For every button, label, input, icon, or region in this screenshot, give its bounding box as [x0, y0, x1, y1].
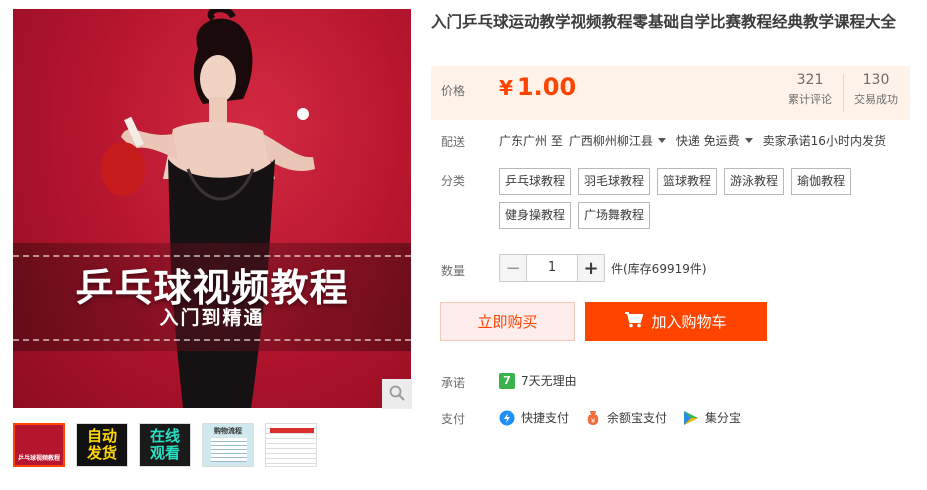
jifenbao-icon — [683, 410, 699, 426]
cart-icon — [625, 311, 644, 332]
quickpay-icon — [499, 410, 515, 426]
quantity-label: 数量 — [441, 264, 466, 278]
sales-label: 交易成功 — [854, 93, 898, 106]
thumbnail-2-text: 自动发货 — [86, 427, 117, 462]
seven-day-icon: 7 — [499, 372, 515, 389]
stat-divider — [843, 74, 844, 112]
zoom-button[interactable] — [382, 379, 412, 409]
reviews-count: 321 — [796, 72, 824, 88]
increase-button[interactable]: + — [577, 254, 605, 282]
add-to-cart-button[interactable]: 加入购物车 — [585, 302, 767, 341]
delivery-promise: 卖家承诺16小时内发货 — [762, 134, 886, 148]
add-to-cart-label: 加入购物车 — [651, 313, 727, 331]
category-option[interactable]: 篮球教程 — [657, 168, 718, 195]
svg-text:¥: ¥ — [591, 417, 596, 425]
payment-method-yuebao[interactable]: ¥ 余额宝支付 — [585, 409, 667, 426]
reviews-label: 累计评论 — [788, 93, 832, 106]
payment-method-name: 快捷支付 — [521, 411, 570, 425]
thumbnail-1[interactable]: 乒乓球视频教程 — [13, 423, 65, 467]
banner-subtitle: 入门到精通 — [159, 307, 265, 329]
price-panel: 价格 ¥1.00 321 累计评论 130 交易成功 — [431, 66, 910, 120]
thumbnail-list: 乒乓球视频教程 自动发货 在线观看 购物流程 — [13, 423, 317, 467]
price-value: ¥1.00 — [499, 73, 576, 101]
price-label: 价格 — [441, 84, 466, 98]
category-option[interactable]: 游泳教程 — [724, 168, 785, 195]
delivery-label: 配送 — [441, 135, 466, 149]
yuebao-icon: ¥ — [585, 410, 601, 426]
payment-method-name: 集分宝 — [705, 411, 742, 425]
delivery-row: 广东广州 至 广西柳州柳江县 快递 免运费 卖家承诺16小时内发货 — [499, 132, 886, 149]
payment-methods: 快捷支付 ¥ 余额宝支付 集分宝 — [499, 409, 757, 426]
search-icon — [389, 385, 405, 404]
payment-label: 支付 — [441, 412, 466, 426]
category-option[interactable]: 健身操教程 — [499, 202, 572, 229]
category-options: 乒乓球教程 羽毛球教程 篮球教程 游泳教程 瑜伽教程 健身操教程 广场舞教程 — [499, 168, 869, 229]
thumbnail-4-text: 购物流程 — [214, 427, 242, 435]
guarantee-row: 7 7天无理由 — [499, 372, 577, 389]
stock-text: 件(库存69919件) — [611, 261, 707, 276]
currency-symbol: ¥ — [499, 76, 513, 100]
delivery-to[interactable]: 广西柳州柳江县 — [569, 132, 653, 149]
quantity-stepper: − 1 + 件(库存69919件) — [499, 254, 707, 282]
category-label: 分类 — [441, 174, 466, 188]
category-option[interactable]: 瑜伽教程 — [791, 168, 852, 195]
thumbnail-5[interactable] — [265, 423, 317, 467]
delivery-from: 广东广州 至 — [499, 134, 563, 148]
payment-method-name: 余额宝支付 — [607, 411, 668, 425]
category-option[interactable]: 广场舞教程 — [578, 202, 651, 229]
payment-method-jifenbao[interactable]: 集分宝 — [683, 409, 741, 426]
thumbnail-2[interactable]: 自动发货 — [76, 423, 128, 467]
reviews-stat[interactable]: 321 累计评论 — [783, 72, 837, 107]
main-product-image[interactable]: 乒乓球视频教程 入门到精通 — [13, 9, 411, 408]
thumbnail-4[interactable]: 购物流程 — [202, 423, 254, 467]
product-title: 入门乒乓球运动教学视频教程零基础自学比赛教程经典教学课程大全 — [431, 13, 897, 31]
quantity-input[interactable]: 1 — [527, 254, 577, 282]
sales-stat: 130 交易成功 — [849, 72, 903, 107]
payment-method-quickpay[interactable]: 快捷支付 — [499, 409, 569, 426]
sales-count: 130 — [862, 72, 890, 88]
thumbnail-1-text: 乒乓球视频教程 — [17, 455, 60, 462]
guarantee-text[interactable]: 7天无理由 — [521, 372, 577, 389]
thumbnail-4-graphic — [211, 438, 247, 462]
price-amount: 1.00 — [516, 73, 577, 101]
decrease-button[interactable]: − — [499, 254, 527, 282]
category-option[interactable]: 乒乓球教程 — [499, 168, 572, 195]
thumbnail-3-text: 在线观看 — [149, 427, 180, 462]
buy-now-button[interactable]: 立即购买 — [440, 302, 575, 341]
thumbnail-3[interactable]: 在线观看 — [139, 423, 191, 467]
banner-divider-bottom — [13, 339, 411, 341]
chevron-down-icon[interactable] — [657, 138, 666, 143]
delivery-method[interactable]: 快递 免运费 — [676, 132, 740, 149]
category-option[interactable]: 羽毛球教程 — [578, 168, 651, 195]
chevron-down-icon[interactable] — [744, 138, 753, 143]
thumbnail-5-graphic — [270, 428, 314, 433]
guarantee-label: 承诺 — [441, 376, 466, 390]
